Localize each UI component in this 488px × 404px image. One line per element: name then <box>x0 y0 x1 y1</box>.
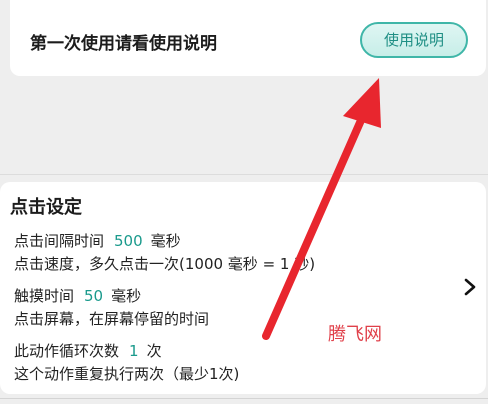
loop-count-description: 这个动作重复执行两次（最少1次) <box>14 365 240 383</box>
touch-time-label: 触摸时间 <box>14 287 75 305</box>
loop-count-unit: 次 <box>146 342 162 360</box>
loop-count-value: 1 <box>129 342 139 360</box>
loop-count-label: 此动作循环次数 <box>14 342 120 360</box>
touch-time-value: 50 <box>84 287 104 305</box>
section-divider <box>0 174 488 175</box>
intro-card: 第一次使用请看使用说明 使用说明 <box>10 0 486 76</box>
help-instructions-button[interactable]: 使用说明 <box>360 22 468 58</box>
click-settings-card[interactable]: 点击设定 点击间隔时间 500 毫秒 点击速度，多久点击一次(1000 毫秒 = 1… <box>0 182 486 394</box>
interval-description: 点击速度，多久点击一次(1000 毫秒 = 1 秒) <box>14 255 316 273</box>
bottom-divider <box>0 398 488 399</box>
settings-title: 点击设定 <box>10 197 82 218</box>
touch-time-unit: 毫秒 <box>111 287 142 305</box>
touch-time-description: 点击屏幕，在屏幕停留的时间 <box>14 310 210 328</box>
touch-time-row: 触摸时间 50 毫秒 <box>14 285 141 307</box>
interval-unit: 毫秒 <box>150 232 181 250</box>
intro-prompt-text: 第一次使用请看使用说明 <box>30 34 217 54</box>
interval-label: 点击间隔时间 <box>14 232 105 250</box>
watermark-text: 腾飞网 <box>328 324 382 345</box>
chevron-right-icon[interactable] <box>463 278 477 296</box>
screen: 第一次使用请看使用说明 使用说明 点击设定 点击间隔时间 500 毫秒 点击速度，多… <box>0 0 488 404</box>
loop-count-row: 此动作循环次数 1 次 <box>14 340 162 362</box>
interval-row: 点击间隔时间 500 毫秒 <box>14 230 181 252</box>
interval-value: 500 <box>114 232 143 250</box>
